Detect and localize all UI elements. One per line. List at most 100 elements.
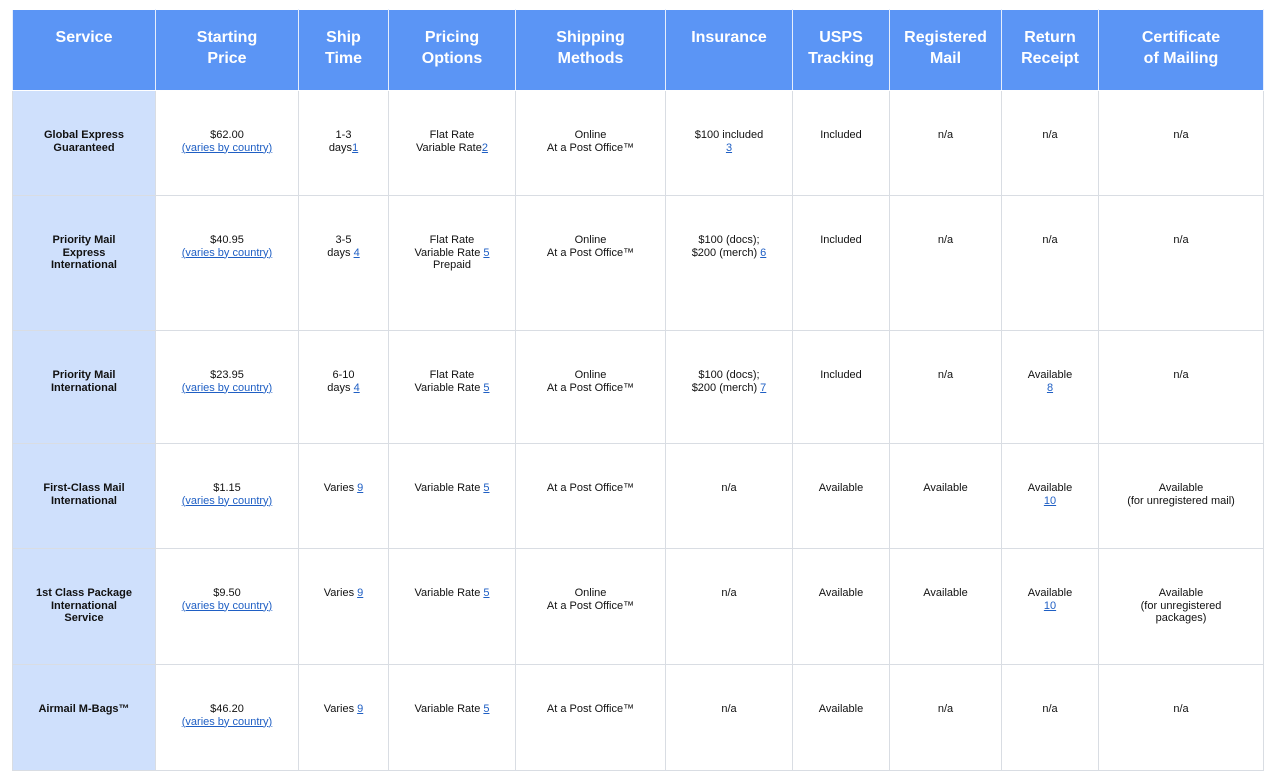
insurance-text: $200 (merch) 7 <box>670 382 788 395</box>
ship-time-text: days 4 <box>303 382 384 395</box>
insurance-cell: n/a <box>665 664 793 771</box>
varies-by-country-link[interactable]: (varies by country) <box>160 142 294 155</box>
price-value: $40.95 <box>210 234 244 246</box>
pricing-options-cell: Flat Rate Variable Rate2 <box>388 90 516 196</box>
varies-by-country-link[interactable]: (varies by country) <box>160 247 294 260</box>
table-row: Airmail M-Bags™ $46.20 (varies by country)… <box>12 664 1264 771</box>
ship-time-cell: 3-5 days 4 <box>298 195 389 331</box>
footnote-link[interactable]: 2 <box>482 142 488 154</box>
ship-time-part: Varies <box>323 587 358 599</box>
header-ship-time: Ship Time <box>298 9 389 91</box>
certificate-value: n/a <box>1173 703 1189 715</box>
footnote-link[interactable]: 7 <box>760 382 766 394</box>
price-value: $9.50 <box>213 587 241 599</box>
footnote-link[interactable]: 3 <box>670 142 788 155</box>
insurance-cell: n/a <box>665 443 793 549</box>
ship-time-part: 6-10 <box>332 369 355 381</box>
header-label: Tracking <box>808 50 874 67</box>
insurance-cell: $100 included 3 <box>665 90 793 196</box>
shipping-methods-cell: At a Post Office™ <box>515 664 666 771</box>
certificate-of-mailing-cell: n/a <box>1098 90 1264 196</box>
footnote-link[interactable]: 1 <box>352 142 358 154</box>
pricing-option: Flat Rate <box>393 369 511 382</box>
return-receipt-value: n/a <box>1042 234 1058 246</box>
footnote-link[interactable]: 9 <box>357 703 363 715</box>
footnote-link[interactable]: 4 <box>354 382 360 394</box>
registered-mail-cell: n/a <box>889 330 1002 444</box>
usps-tracking-cell: Available <box>792 548 890 665</box>
shipping-methods-cell: Online At a Post Office™ <box>515 90 666 196</box>
footnote-link[interactable]: 5 <box>483 247 489 259</box>
return-receipt-cell: n/a <box>1001 195 1099 331</box>
usps-tracking-cell: Included <box>792 90 890 196</box>
table-row: Priority Mail Express International $40.95(… <box>12 195 1264 331</box>
table-row: Priority Mail International $23.95 (varies … <box>12 330 1264 444</box>
header-label: Starting <box>196 29 258 46</box>
ship-time-text: Varies 9 <box>303 703 384 716</box>
registered-mail-cell: n/a <box>889 664 1002 771</box>
insurance-text: n/a <box>670 482 788 495</box>
pricing-option-label: Prepaid <box>433 259 471 272</box>
ship-time-part: 1-3 <box>335 129 352 141</box>
service-name: International <box>50 381 117 394</box>
starting-price-cell: $46.20 (varies by country) <box>155 664 299 771</box>
usps-tracking-cell: Available <box>792 443 890 549</box>
insurance-part: n/a <box>721 587 737 599</box>
ship-time-text: 1-3 <box>303 129 384 142</box>
pricing-option-label: Flat Rate <box>429 234 475 246</box>
service-name: Guaranteed <box>53 141 115 154</box>
footnote-link[interactable]: 5 <box>483 587 489 599</box>
starting-price-cell: $23.95 (varies by country) <box>155 330 299 444</box>
certificate-of-mailing-cell: Available (for unregistered mail) <box>1098 443 1264 549</box>
footnote-link[interactable]: 10 <box>1006 600 1094 613</box>
price-value: $46.20 <box>210 703 244 715</box>
pricing-option: Prepaid <box>393 259 511 272</box>
footnote-link[interactable]: 5 <box>483 703 489 715</box>
price-value: $23.95 <box>210 369 244 381</box>
varies-by-country-link[interactable]: (varies by country) <box>160 600 294 613</box>
service-name: Priority Mail <box>52 234 116 246</box>
varies-by-country-link[interactable]: (varies by country) <box>160 495 294 508</box>
header-pricing-options: Pricing Options <box>388 9 516 91</box>
header-label: Mail <box>929 50 962 67</box>
insurance-part: $200 (merch) <box>691 246 761 259</box>
shipping-method: Online <box>574 587 607 599</box>
service-name: International <box>50 599 117 612</box>
footnote-link[interactable]: 4 <box>354 247 360 259</box>
footnote-link[interactable]: 9 <box>357 587 363 599</box>
tracking-value: Available <box>818 703 864 715</box>
header-label: Price <box>207 50 247 67</box>
header-label: Service <box>55 29 113 46</box>
header-return-receipt: Return Receipt <box>1001 9 1099 91</box>
footnote-link[interactable]: 6 <box>760 247 766 259</box>
header-starting-price: Starting Price <box>155 9 299 91</box>
shipping-method: At a Post Office™ <box>546 141 635 154</box>
header-insurance: Insurance <box>665 9 793 91</box>
pricing-options-cell: Variable Rate 5 <box>388 443 516 549</box>
header-service: Service <box>12 9 156 91</box>
header-label: Options <box>421 50 483 67</box>
footnote-link[interactable]: 8 <box>1006 382 1094 395</box>
shipping-method: At a Post Office™ <box>546 381 635 394</box>
table-row: 1st Class Package International Service $9.… <box>12 548 1264 665</box>
footnote-link[interactable]: 5 <box>483 382 489 394</box>
return-receipt-value: n/a <box>1042 703 1058 715</box>
header-label: Shipping <box>556 29 625 46</box>
pricing-option: Variable Rate 5 <box>393 247 511 260</box>
certificate-value: Available <box>1158 587 1204 599</box>
header-label: Insurance <box>691 29 767 46</box>
footnote-link[interactable]: 9 <box>357 482 363 494</box>
shipping-methods-cell: Online At a Post Office™ <box>515 195 666 331</box>
varies-by-country-link[interactable]: (varies by country) <box>160 382 294 395</box>
starting-price-cell: $40.95 (varies by country) <box>155 195 299 331</box>
footnote-link[interactable]: 5 <box>483 482 489 494</box>
footnote-link[interactable]: 10 <box>1006 495 1094 508</box>
return-receipt-cell: Available 10 <box>1001 443 1099 549</box>
pricing-options-cell: Variable Rate 5 <box>388 664 516 771</box>
certificate-value: (for unregistered <box>1140 599 1222 612</box>
insurance-text: $100 (docs); <box>670 369 788 382</box>
pricing-option: Variable Rate 5 <box>393 587 511 600</box>
pricing-option-label: Flat Rate <box>429 129 475 141</box>
price-value: $1.15 <box>213 482 241 494</box>
varies-by-country-link[interactable]: (varies by country) <box>160 716 294 729</box>
